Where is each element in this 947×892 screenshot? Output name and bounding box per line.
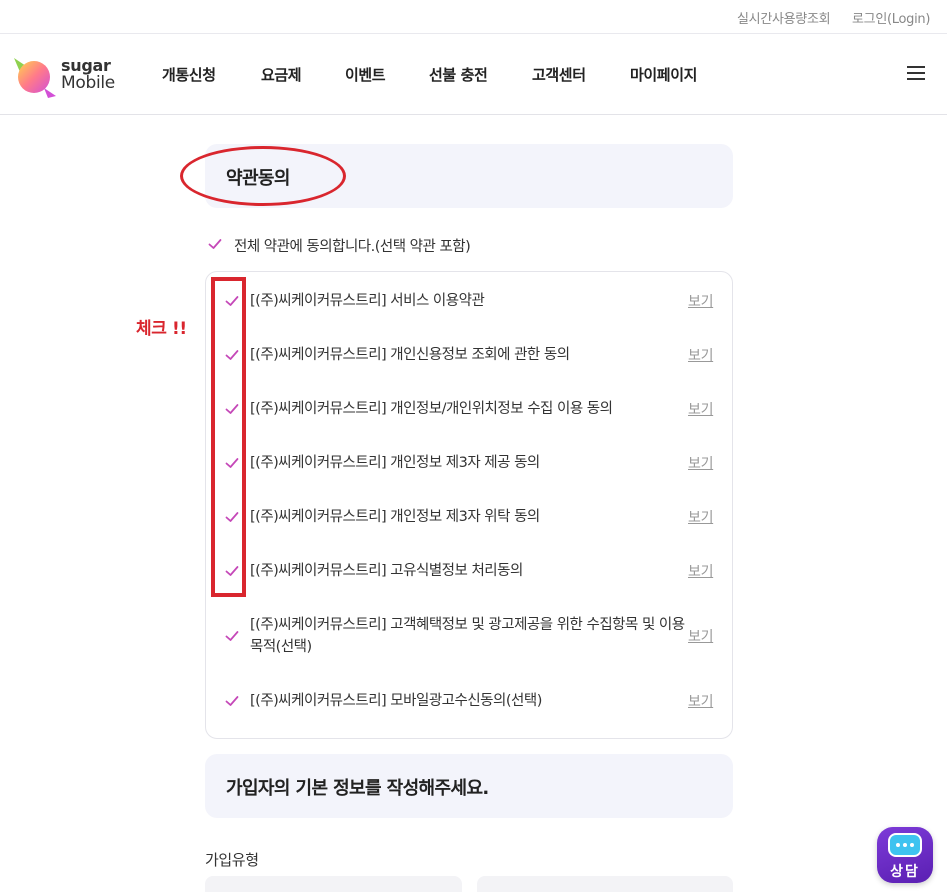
nav-item-plans[interactable]: 요금제 (261, 64, 302, 85)
info-section-header: 가입자의 기본 정보를 작성해주세요. (205, 754, 733, 818)
check-icon (225, 456, 239, 470)
terms-list: [(주)씨케이커뮤스트리] 서비스 이용약관 보기 [(주)씨케이커뮤스트리] … (205, 271, 733, 739)
check-icon (225, 294, 239, 308)
check-icon (225, 694, 239, 708)
login-link[interactable]: 로그인(Login) (852, 8, 930, 27)
utility-bar: 실시간사용량조회 로그인(Login) (0, 0, 947, 34)
join-type-option-1[interactable] (205, 876, 462, 892)
nav-item-customer-center[interactable]: 고객센터 (532, 64, 586, 85)
term-item-privacy-location[interactable]: [(주)씨케이커뮤스트리] 개인정보/개인위치정보 수집 이용 동의 보기 (206, 398, 732, 420)
check-icon (208, 237, 222, 251)
term-label: [(주)씨케이커뮤스트리] 개인신용정보 조회에 관한 동의 (250, 347, 570, 363)
realtime-usage-link[interactable]: 실시간사용량조회 (737, 8, 831, 27)
annotation-note: 체크 !! (136, 319, 187, 339)
join-type-option-2[interactable] (477, 876, 733, 892)
logo-text-mobile: Mobile (61, 73, 115, 93)
view-term-link[interactable]: 보기 (688, 691, 713, 711)
term-item-mobile-ads-optional[interactable]: [(주)씨케이커뮤스트리] 모바일광고수신동의(선택) 보기 (206, 690, 732, 712)
view-term-link[interactable]: 보기 (688, 507, 713, 527)
chat-label: 상담 (890, 864, 920, 880)
chat-consult-button[interactable]: 상담 (877, 827, 933, 883)
term-label: [(주)씨케이커뮤스트리] 서비스 이용약관 (250, 293, 485, 309)
check-icon (225, 629, 239, 643)
term-item-service[interactable]: [(주)씨케이커뮤스트리] 서비스 이용약관 보기 (206, 290, 732, 312)
terms-section-title: 약관동의 (226, 168, 290, 189)
check-icon (225, 510, 239, 524)
view-term-link[interactable]: 보기 (688, 561, 713, 581)
term-label: [(주)씨케이커뮤스트리] 모바일광고수신동의(선택) (250, 693, 542, 709)
terms-section-header: 약관동의 (205, 144, 733, 208)
term-item-credit-info[interactable]: [(주)씨케이커뮤스트리] 개인신용정보 조회에 관한 동의 보기 (206, 344, 732, 366)
check-icon (225, 348, 239, 362)
term-item-unique-id[interactable]: [(주)씨케이커뮤스트리] 고유식별정보 처리동의 보기 (206, 560, 732, 582)
sugar-mobile-logo[interactable]: sugar Mobile (10, 52, 130, 100)
term-label: [(주)씨케이커뮤스트리] 고유식별정보 처리동의 (250, 563, 523, 579)
term-label: [(주)씨케이커뮤스트리] 개인정보 제3자 제공 동의 (250, 455, 540, 471)
check-icon (225, 402, 239, 416)
term-item-third-party-provision[interactable]: [(주)씨케이커뮤스트리] 개인정보 제3자 제공 동의 보기 (206, 452, 732, 474)
term-label: [(주)씨케이커뮤스트리] 개인정보/개인위치정보 수집 이용 동의 (250, 401, 613, 417)
term-label: [(주)씨케이커뮤스트리] 개인정보 제3자 위탁 동의 (250, 509, 540, 525)
candy-logo-icon (14, 58, 56, 98)
view-term-link[interactable]: 보기 (688, 345, 713, 365)
info-section-title: 가입자의 기본 정보를 작성해주세요. (226, 778, 489, 799)
nav-item-prepaid-charge[interactable]: 선불 충전 (429, 64, 488, 85)
agree-all-label: 전체 약관에 동의합니다.(선택 약관 포함) (234, 239, 471, 255)
nav-item-mypage[interactable]: 마이페이지 (630, 64, 697, 85)
view-term-link[interactable]: 보기 (688, 399, 713, 419)
chat-bubble-icon (888, 833, 922, 857)
hamburger-menu-icon[interactable] (907, 66, 926, 82)
nav-item-activation[interactable]: 개통신청 (162, 64, 216, 85)
view-term-link[interactable]: 보기 (688, 626, 713, 646)
check-icon (225, 564, 239, 578)
nav-item-events[interactable]: 이벤트 (345, 64, 386, 85)
term-item-benefits-ads-optional[interactable]: [(주)씨케이커뮤스트리] 고객혜택정보 및 광고제공을 위한 수집항목 및 이… (206, 614, 732, 658)
term-item-third-party-consignment[interactable]: [(주)씨케이커뮤스트리] 개인정보 제3자 위탁 동의 보기 (206, 506, 732, 528)
view-term-link[interactable]: 보기 (688, 453, 713, 473)
main-header: sugar Mobile 개통신청 요금제 이벤트 선불 충전 고객센터 마이페… (0, 34, 947, 115)
agree-all-checkbox[interactable]: 전체 약관에 동의합니다.(선택 약관 포함) (207, 234, 727, 256)
view-term-link[interactable]: 보기 (688, 291, 713, 311)
term-label: [(주)씨케이커뮤스트리] 고객혜택정보 및 광고제공을 위한 수집항목 및 이… (250, 617, 685, 655)
join-type-label: 가입유형 (205, 851, 259, 869)
